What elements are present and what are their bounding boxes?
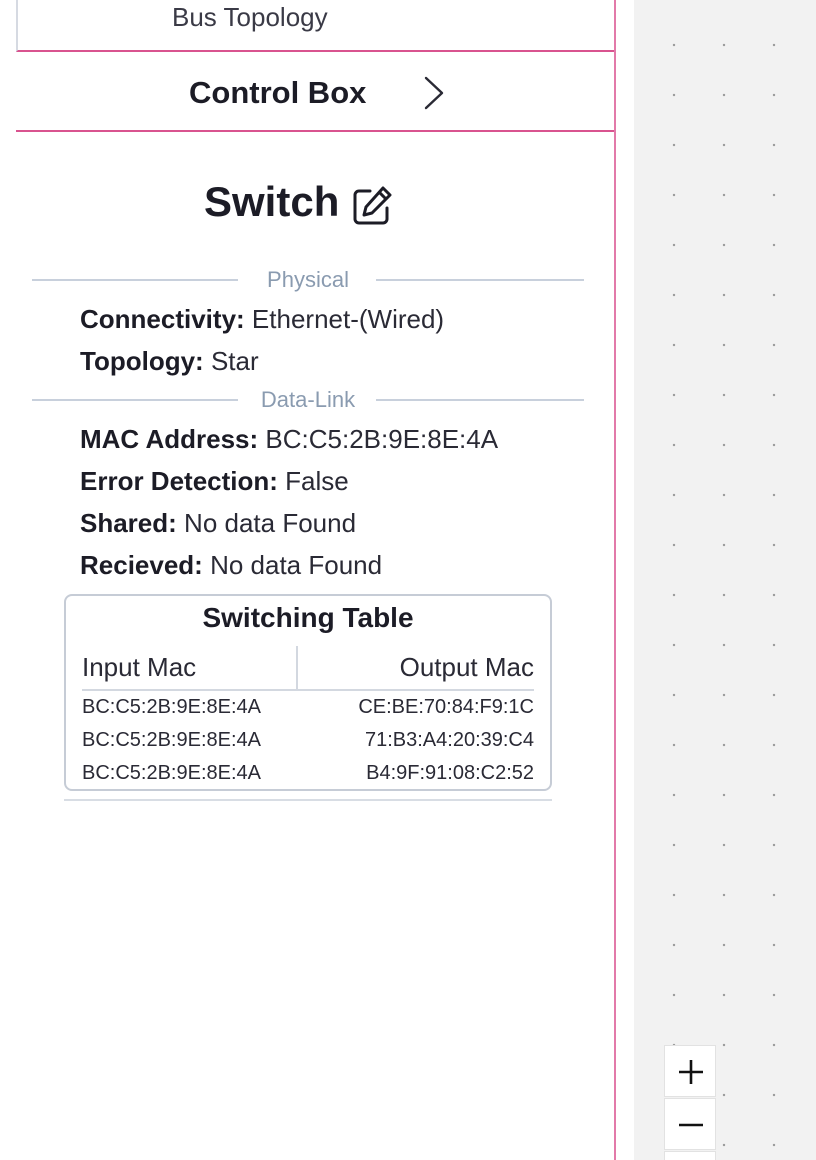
- switching-table-title: Switching Table: [202, 602, 414, 633]
- table-bottom-rule: [64, 799, 552, 801]
- control-box-button[interactable]: Control Box: [16, 52, 614, 132]
- mac-address-label: MAC Address:: [80, 424, 259, 454]
- minus-icon: [679, 1123, 703, 1127]
- output-mac-cell: B4:9F:91:08:C2:52: [366, 762, 534, 784]
- topology-label: Topology:: [80, 346, 204, 376]
- device-title: Switch: [204, 178, 340, 225]
- control-box-label: Control Box: [189, 75, 367, 110]
- app-page: Bus Topology Control Box Switch Physical…: [0, 0, 816, 1160]
- table-row: BC:C5:2B:9E:8E:4A CE:BE:70:84:F9:1C: [82, 692, 534, 724]
- received-value: No data Found: [210, 550, 383, 580]
- table-row: BC:C5:2B:9E:8E:4A B4:9F:91:08:C2:52: [82, 758, 534, 790]
- switching-table: Switching Table Input Mac Output Mac BC:…: [64, 594, 552, 791]
- edit-icon[interactable]: [350, 184, 394, 228]
- device-details-panel: Bus Topology Control Box Switch Physical…: [0, 0, 616, 1160]
- shared-field: Shared: No data Found: [80, 508, 356, 539]
- shared-value: No data Found: [184, 508, 357, 538]
- data-link-section-divider: Data-Link: [32, 387, 584, 413]
- shared-label: Shared:: [80, 508, 177, 538]
- mac-address-field: MAC Address: BC:C5:2B:9E:8E:4A: [80, 424, 498, 455]
- error-detection-value: False: [285, 466, 349, 496]
- column-separator[interactable]: [296, 646, 298, 690]
- received-field: Recieved: No data Found: [80, 550, 382, 581]
- sidebar-item-bus-topology[interactable]: Bus Topology: [16, 0, 614, 52]
- input-mac-cell: BC:C5:2B:9E:8E:4A: [82, 696, 261, 718]
- network-canvas[interactable]: [634, 0, 816, 1160]
- divider-line: [376, 399, 584, 401]
- physical-section-divider: Physical: [32, 267, 584, 293]
- connectivity-value: Ethernet-(Wired): [251, 304, 445, 334]
- topology-field: Topology: Star: [80, 346, 259, 377]
- divider-line: [376, 279, 584, 281]
- error-detection-field: Error Detection: False: [80, 466, 349, 497]
- connectivity-label: Connectivity:: [80, 304, 245, 334]
- chevron-right-icon: [424, 76, 444, 110]
- error-detection-label: Error Detection:: [80, 466, 278, 496]
- zoom-in-button[interactable]: [664, 1045, 716, 1097]
- input-mac-header: Input Mac: [82, 652, 197, 682]
- sidebar-item-label: Bus Topology: [172, 2, 328, 32]
- table-row: BC:C5:2B:9E:8E:4A 71:B3:A4:20:39:C4: [82, 725, 534, 757]
- input-mac-cell: BC:C5:2B:9E:8E:4A: [82, 762, 261, 784]
- topology-value: Star: [210, 346, 259, 376]
- output-mac-header: Output Mac: [399, 652, 534, 682]
- mac-address-value: BC:C5:2B:9E:8E:4A: [265, 424, 499, 454]
- received-label: Recieved:: [80, 550, 203, 580]
- header-divider: [82, 689, 534, 691]
- output-mac-cell: CE:BE:70:84:F9:1C: [358, 696, 534, 718]
- output-mac-cell: 71:B3:A4:20:39:C4: [364, 729, 534, 751]
- connectivity-field: Connectivity: Ethernet-(Wired): [80, 304, 444, 335]
- plus-icon: [679, 1060, 703, 1084]
- zoom-out-button[interactable]: [664, 1098, 716, 1150]
- input-mac-cell: BC:C5:2B:9E:8E:4A: [82, 729, 261, 751]
- fit-view-button[interactable]: [664, 1151, 716, 1160]
